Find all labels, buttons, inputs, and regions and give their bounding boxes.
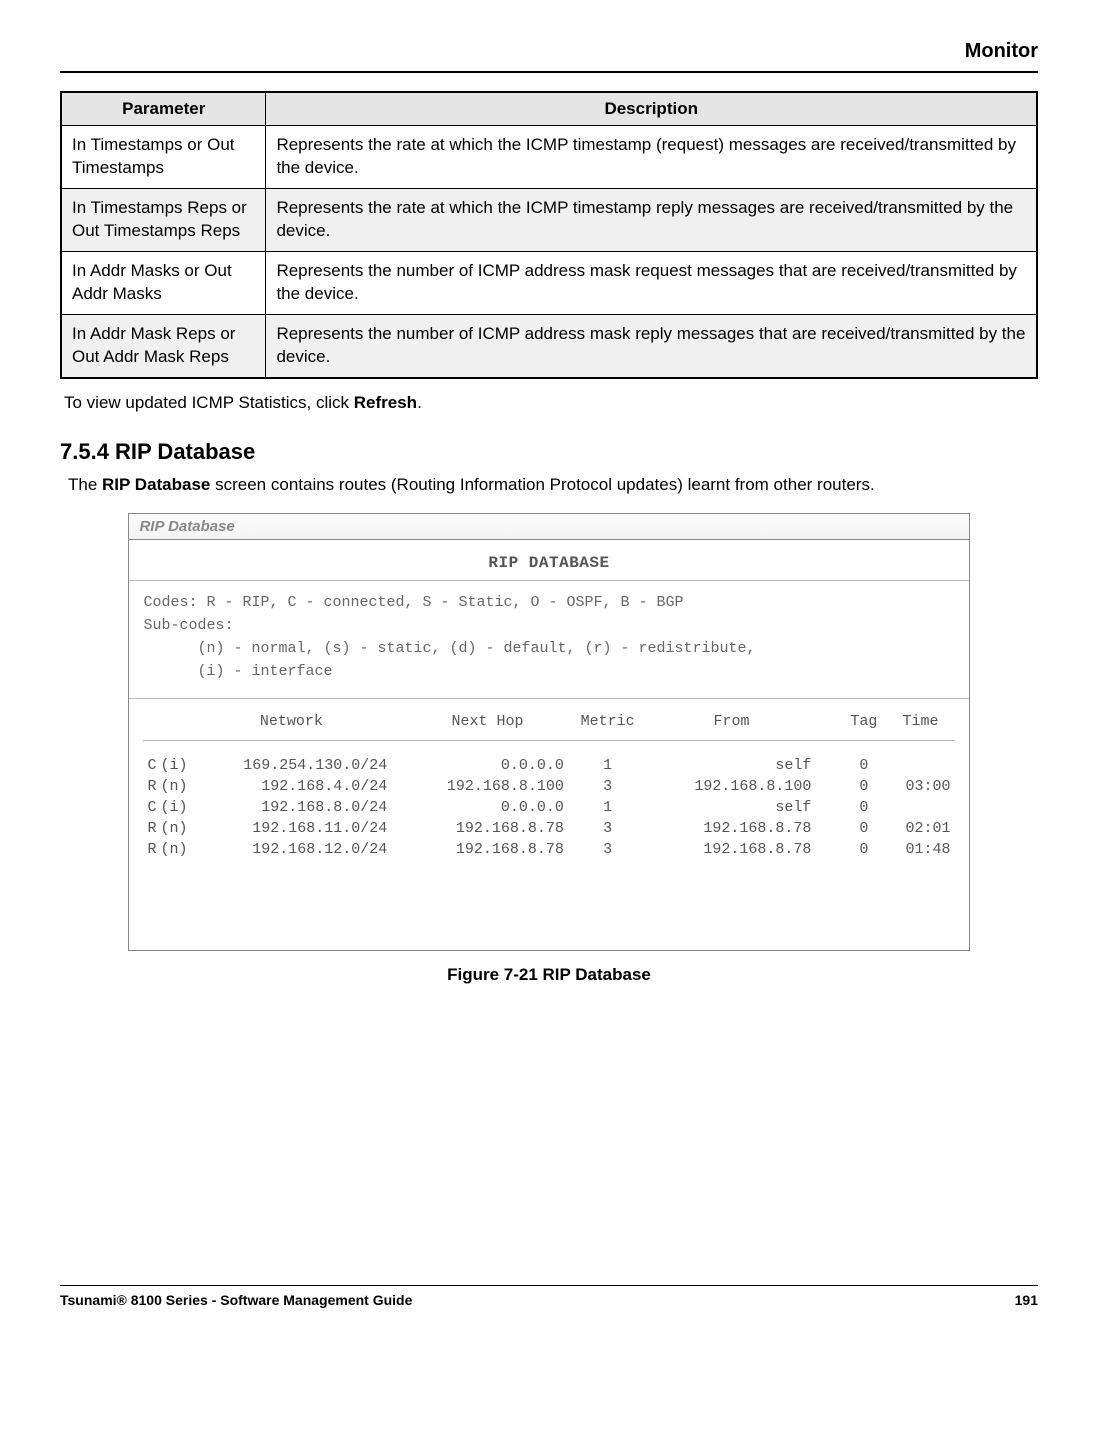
th-description: Description — [266, 92, 1037, 126]
rip-row: R(n)192.168.11.0/24192.168.8.783192.168.… — [143, 818, 954, 839]
rip-cell-sub: (n) — [160, 818, 191, 839]
table-row: In Addr Mask Reps or Out Addr Mask RepsR… — [61, 314, 1037, 377]
rip-cell-from: 192.168.8.100 — [647, 776, 841, 797]
footer-right: 191 — [1015, 1292, 1038, 1308]
cell-parameter: In Timestamps or Out Timestamps — [61, 126, 266, 189]
rip-cell-code: R — [143, 839, 160, 860]
rip-cell-network: 192.168.12.0/24 — [191, 839, 407, 860]
table-row: In Timestamps Reps or Out Timestamps Rep… — [61, 188, 1037, 251]
rip-cell-metric: 3 — [568, 818, 648, 839]
header-rule — [60, 71, 1038, 73]
th-metric: Metric — [568, 705, 648, 741]
rip-cell-next_hop: 192.168.8.78 — [407, 839, 568, 860]
rip-cell-time — [886, 740, 954, 776]
rip-cell-time — [886, 797, 954, 818]
section-intro: The RIP Database screen contains routes … — [68, 475, 1038, 495]
rip-database-title: RIP DATABASE — [129, 540, 968, 580]
rip-cell-from: self — [647, 797, 841, 818]
rip-cell-code: C — [143, 797, 160, 818]
rip-cell-code: R — [143, 818, 160, 839]
page-header-title: Monitor — [60, 40, 1038, 63]
rip-cell-time: 02:01 — [886, 818, 954, 839]
page-footer: Tsunami® 8100 Series - Software Manageme… — [60, 1292, 1038, 1308]
rip-cell-next_hop: 0.0.0.0 — [407, 797, 568, 818]
refresh-pre: To view updated ICMP Statistics, click — [64, 393, 354, 412]
rip-cell-network: 169.254.130.0/24 — [191, 740, 407, 776]
cell-parameter: In Addr Masks or Out Addr Masks — [61, 251, 266, 314]
rip-cell-metric: 1 — [568, 740, 648, 776]
rip-cell-tag: 0 — [841, 797, 886, 818]
rip-cell-next_hop: 192.168.8.100 — [407, 776, 568, 797]
rip-cell-metric: 3 — [568, 776, 648, 797]
rip-cell-from: self — [647, 740, 841, 776]
cell-description: Represents the number of ICMP address ma… — [266, 251, 1037, 314]
th-time: Time — [886, 705, 954, 741]
rip-row: C(i)192.168.8.0/240.0.0.01self0 — [143, 797, 954, 818]
footer-rule — [60, 1285, 1038, 1286]
rip-cell-next_hop: 192.168.8.78 — [407, 818, 568, 839]
table-row: In Timestamps or Out TimestampsRepresent… — [61, 126, 1037, 189]
rip-cell-sub: (i) — [160, 740, 191, 776]
rip-cell-next_hop: 0.0.0.0 — [407, 740, 568, 776]
refresh-instruction: To view updated ICMP Statistics, click R… — [64, 393, 1038, 413]
figure-caption: Figure 7-21 RIP Database — [60, 965, 1038, 985]
refresh-bold: Refresh — [354, 393, 417, 412]
rip-row: R(n)192.168.12.0/24192.168.8.783192.168.… — [143, 839, 954, 860]
th-from: From — [647, 705, 841, 741]
rip-cell-code: R — [143, 776, 160, 797]
rip-cell-time: 01:48 — [886, 839, 954, 860]
intro-post: screen contains routes (Routing Informat… — [210, 475, 874, 494]
table-row: In Addr Masks or Out Addr MasksRepresent… — [61, 251, 1037, 314]
th-tag: Tag — [841, 705, 886, 741]
th-blank1 — [143, 705, 160, 741]
refresh-post: . — [417, 393, 422, 412]
rip-legend: Codes: R - RIP, C - connected, S - Stati… — [129, 580, 968, 699]
rip-cell-sub: (n) — [160, 776, 191, 797]
th-nexthop: Next Hop — [407, 705, 568, 741]
rip-row: C(i)169.254.130.0/240.0.0.01self0 — [143, 740, 954, 776]
rip-cell-network: 192.168.4.0/24 — [191, 776, 407, 797]
th-network: Network — [191, 705, 407, 741]
cell-description: Represents the number of ICMP address ma… — [266, 314, 1037, 377]
cell-parameter: In Timestamps Reps or Out Timestamps Rep… — [61, 188, 266, 251]
rip-cell-metric: 3 — [568, 839, 648, 860]
rip-cell-sub: (n) — [160, 839, 191, 860]
th-parameter: Parameter — [61, 92, 266, 126]
rip-cell-tag: 0 — [841, 839, 886, 860]
cell-description: Represents the rate at which the ICMP ti… — [266, 126, 1037, 189]
rip-database-panel: RIP Database RIP DATABASE Codes: R - RIP… — [128, 513, 969, 951]
rip-row: R(n)192.168.4.0/24192.168.8.1003192.168.… — [143, 776, 954, 797]
rip-cell-tag: 0 — [841, 818, 886, 839]
panel-titlebar: RIP Database — [129, 514, 968, 540]
rip-cell-code: C — [143, 740, 160, 776]
section-heading: 7.5.4 RIP Database — [60, 439, 1038, 465]
rip-database-table: Network Next Hop Metric From Tag Time C(… — [143, 705, 954, 860]
rip-cell-metric: 1 — [568, 797, 648, 818]
intro-pre: The — [68, 475, 102, 494]
cell-parameter: In Addr Mask Reps or Out Addr Mask Reps — [61, 314, 266, 377]
rip-cell-from: 192.168.8.78 — [647, 818, 841, 839]
rip-cell-tag: 0 — [841, 776, 886, 797]
rip-cell-time: 03:00 — [886, 776, 954, 797]
rip-cell-sub: (i) — [160, 797, 191, 818]
rip-cell-from: 192.168.8.78 — [647, 839, 841, 860]
cell-description: Represents the rate at which the ICMP ti… — [266, 188, 1037, 251]
rip-cell-network: 192.168.8.0/24 — [191, 797, 407, 818]
parameter-table: Parameter Description In Timestamps or O… — [60, 91, 1038, 379]
intro-bold: RIP Database — [102, 475, 210, 494]
rip-cell-tag: 0 — [841, 740, 886, 776]
rip-cell-network: 192.168.11.0/24 — [191, 818, 407, 839]
th-blank2 — [160, 705, 191, 741]
footer-left: Tsunami® 8100 Series - Software Manageme… — [60, 1292, 412, 1308]
